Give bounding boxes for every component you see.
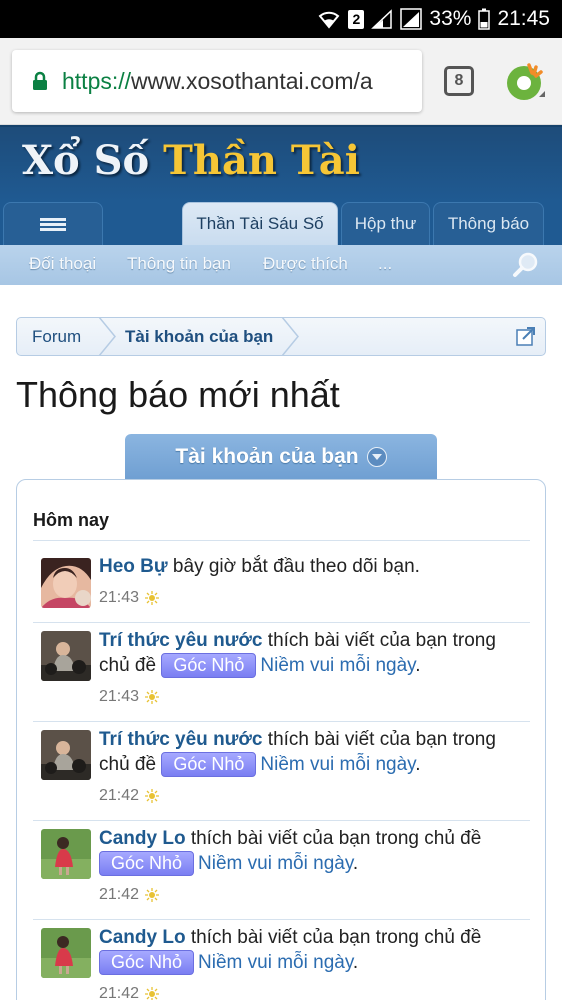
notification-text: thích bài viết của bạn trong chủ đề <box>185 927 482 948</box>
tab-hop-thu[interactable]: Hộp thư <box>341 202 430 245</box>
breadcrumb-separator-icon <box>281 317 299 356</box>
avatar[interactable] <box>41 928 91 978</box>
day-header: Hôm nay <box>33 510 110 530</box>
notification-username[interactable]: Trí thức yêu nước <box>99 729 263 750</box>
thread-prefix-badge[interactable]: Góc Nhỏ <box>161 653 257 678</box>
thread-link[interactable]: Niềm vui mỗi ngày <box>260 754 415 775</box>
thread-link[interactable]: Niềm vui mỗi ngày <box>198 952 353 973</box>
notification-username[interactable]: Candy Lo <box>99 927 186 948</box>
breadcrumb-account[interactable]: Tài khoản của bạn <box>125 318 273 355</box>
notification-time: 21:43 <box>99 585 529 610</box>
notification-time: 21:42 <box>99 981 529 1000</box>
tab-switcher-button[interactable]: 8 <box>444 66 474 96</box>
battery-icon <box>478 8 491 30</box>
notification-item: Candy Lo thích bài viết của bạn trong ch… <box>33 821 530 920</box>
battery-level: 33% <box>429 7 472 30</box>
thread-prefix-badge[interactable]: Góc Nhỏ <box>99 851 195 876</box>
signal-icon-1 <box>371 9 393 29</box>
signal-icon-2 <box>400 8 423 30</box>
wifi-icon <box>317 9 341 29</box>
url-text: www.xosothantai.com/a <box>131 67 373 94</box>
account-tab-selector[interactable]: Tài khoản của bạn <box>125 434 437 480</box>
notification-body: Candy Lo thích bài viết của bạn trong ch… <box>99 826 529 907</box>
breadcrumb-separator-icon <box>98 317 116 356</box>
notification-timestamp: 21:43 <box>99 589 140 606</box>
notification-timestamp: 21:42 <box>99 787 140 804</box>
nav-tabs: Thần Tài Sáu Số Hộp thư Thông báo <box>0 202 562 245</box>
avatar[interactable] <box>41 730 91 780</box>
notification-timestamp: 21:43 <box>99 688 140 705</box>
account-tab-label: Tài khoản của bạn <box>175 445 359 468</box>
thread-prefix-badge[interactable]: Góc Nhỏ <box>99 950 195 975</box>
notification-item: Trí thức yêu nước thích bài viết của bạn… <box>33 623 530 722</box>
logo-word-2: Thần Tài <box>163 137 360 184</box>
notification-time: 21:42 <box>99 882 529 907</box>
address-bar[interactable]: https:// www.xosothantai.com/a <box>12 50 422 112</box>
notification-timestamp: 21:42 <box>99 886 140 903</box>
breadcrumb: Forum Tài khoản của bạn <box>16 317 546 356</box>
notification-username[interactable]: Trí thức yêu nước <box>99 630 263 651</box>
subnav-duoc-thich[interactable]: Được thích <box>263 254 348 274</box>
popout-icon[interactable] <box>516 326 536 346</box>
lock-icon <box>32 71 48 91</box>
avatar[interactable] <box>41 631 91 681</box>
subnav-thong-tin-ban[interactable]: Thông tin bạn <box>127 254 231 274</box>
browser-toolbar: https:// www.xosothantai.com/a 8 <box>0 38 562 125</box>
notification-item: Trí thức yêu nước thích bài viết của bạn… <box>33 722 530 821</box>
subnav-more[interactable]: ... <box>378 254 392 274</box>
subnav-doi-thoai[interactable]: Đối thoại <box>29 254 96 274</box>
tab-thong-bao[interactable]: Thông báo <box>433 202 544 245</box>
coccoc-logo-icon <box>507 63 545 100</box>
notification-item: Heo Bự bây giờ bắt đầu theo dõi bạn. 21:… <box>33 541 530 623</box>
thread-prefix-badge[interactable]: Góc Nhỏ <box>161 752 257 777</box>
notification-body: Trí thức yêu nước thích bài viết của bạn… <box>99 727 529 808</box>
status-bar: 2 33% 21:45 <box>0 0 562 38</box>
sun-icon <box>145 986 160 1000</box>
notifications-panel: Hôm nay Heo Bự bây giờ bắt đầu theo dõi … <box>16 479 546 1000</box>
avatar[interactable] <box>41 829 91 879</box>
page-title: Thông báo mới nhất <box>16 374 340 415</box>
sub-nav: Đối thoại Thông tin bạn Được thích ... <box>0 245 562 285</box>
browser-menu-button[interactable] <box>503 59 547 103</box>
notification-body: Trí thức yêu nước thích bài viết của bạn… <box>99 628 529 709</box>
search-icon[interactable] <box>512 251 540 284</box>
sun-icon <box>145 788 160 803</box>
breadcrumb-forum[interactable]: Forum <box>32 318 81 355</box>
notification-body: Heo Bự bây giờ bắt đầu theo dõi bạn. 21:… <box>99 554 529 610</box>
sun-icon <box>145 689 160 704</box>
chevron-down-icon[interactable] <box>366 447 387 467</box>
hamburger-icon[interactable] <box>3 202 103 245</box>
logo-word-1: Xổ Số <box>22 137 164 184</box>
site-header: Xổ Số Thần Tài <box>0 125 562 202</box>
site-logo[interactable]: Xổ Số Thần Tài <box>22 137 562 184</box>
thread-link[interactable]: Niềm vui mỗi ngày <box>198 853 353 874</box>
thread-link[interactable]: Niềm vui mỗi ngày <box>260 655 415 676</box>
notification-username[interactable]: Heo Bự <box>99 556 168 577</box>
sun-icon <box>145 887 160 902</box>
notification-text: thích bài viết của bạn trong chủ đề <box>185 828 482 849</box>
notification-body: Candy Lo thích bài viết của bạn trong ch… <box>99 925 529 1000</box>
url-scheme: https:// <box>62 67 132 94</box>
notification-item: Candy Lo thích bài viết của bạn trong ch… <box>33 920 530 1000</box>
status-clock: 21:45 <box>497 7 550 30</box>
notification-time: 21:42 <box>99 783 529 808</box>
notification-username[interactable]: Candy Lo <box>99 828 186 849</box>
sim-badge: 2 <box>348 9 365 29</box>
tab-than-tai-sau-so[interactable]: Thần Tài Sáu Số <box>182 202 338 245</box>
sun-icon <box>145 590 160 605</box>
notification-timestamp: 21:42 <box>99 985 140 1000</box>
notification-time: 21:43 <box>99 684 529 709</box>
notification-text: bây giờ bắt đầu theo dõi bạn. <box>167 556 420 577</box>
avatar[interactable] <box>41 558 91 608</box>
